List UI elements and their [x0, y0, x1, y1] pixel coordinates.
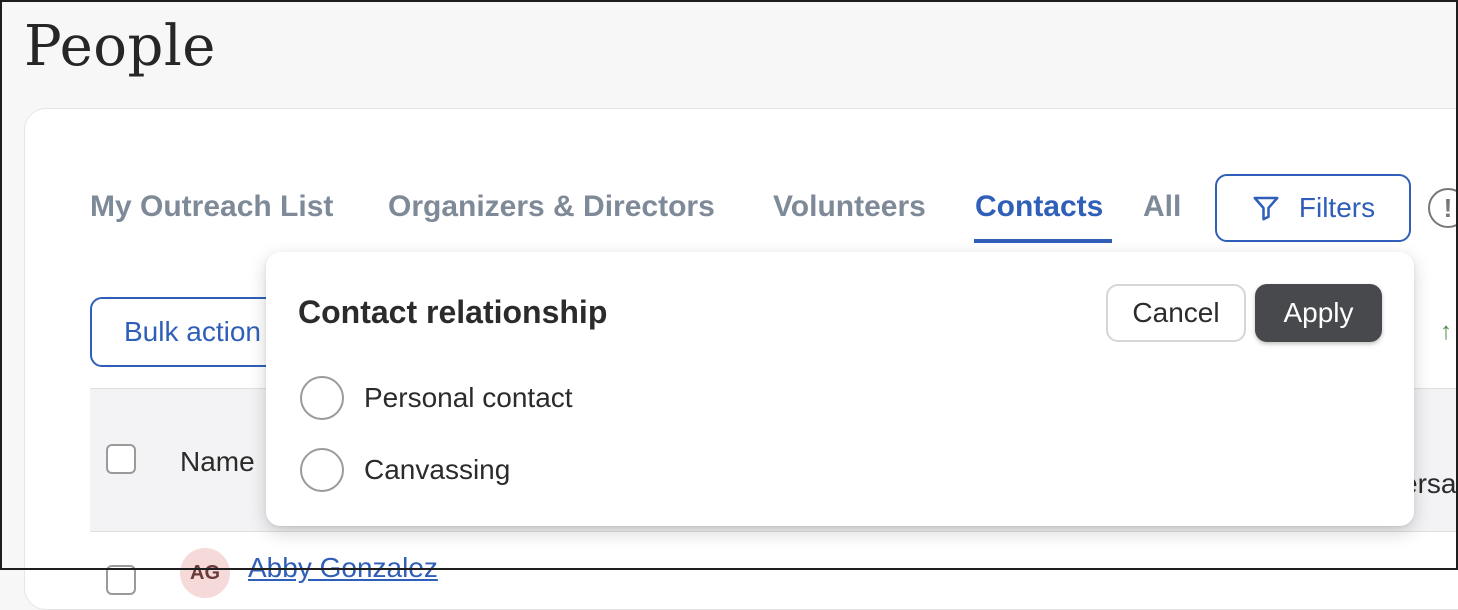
option-label: Canvassing — [364, 454, 511, 485]
popover-title: Contact relationship — [298, 294, 608, 330]
filters-button[interactable]: Filters — [1215, 174, 1411, 242]
column-header-name[interactable]: Name — [180, 446, 255, 478]
cancel-button[interactable]: Cancel — [1106, 284, 1246, 342]
sort-arrow-up-icon[interactable]: ↑ — [1440, 318, 1452, 346]
tab-organizers-directors[interactable]: Organizers & Directors — [388, 190, 715, 224]
contact-relationship-filter-popover: Contact relationship Cancel Apply Person… — [266, 252, 1414, 526]
filter-funnel-icon — [1253, 196, 1279, 221]
bulk-actions-label: Bulk action — [124, 316, 261, 347]
active-tab-indicator — [974, 239, 1112, 243]
tab-all[interactable]: All — [1143, 190, 1181, 224]
radio-button[interactable] — [300, 376, 344, 420]
apply-button[interactable]: Apply — [1255, 284, 1382, 342]
tab-volunteers[interactable]: Volunteers — [773, 190, 926, 224]
tab-contacts[interactable]: Contacts — [975, 190, 1103, 224]
avatar: AG — [180, 548, 230, 598]
option-label: Personal contact — [364, 382, 573, 413]
filters-label: Filters — [1298, 192, 1376, 223]
tab-my-outreach-list[interactable]: My Outreach List — [90, 190, 333, 224]
radio-button[interactable] — [300, 448, 344, 492]
option-personal-contact[interactable]: Personal contact — [300, 376, 573, 420]
option-canvassing[interactable]: Canvassing — [300, 448, 510, 492]
page-title: People — [24, 14, 216, 79]
select-all-checkbox[interactable] — [106, 444, 136, 474]
person-name-link[interactable]: Abby Gonzalez — [248, 552, 438, 584]
